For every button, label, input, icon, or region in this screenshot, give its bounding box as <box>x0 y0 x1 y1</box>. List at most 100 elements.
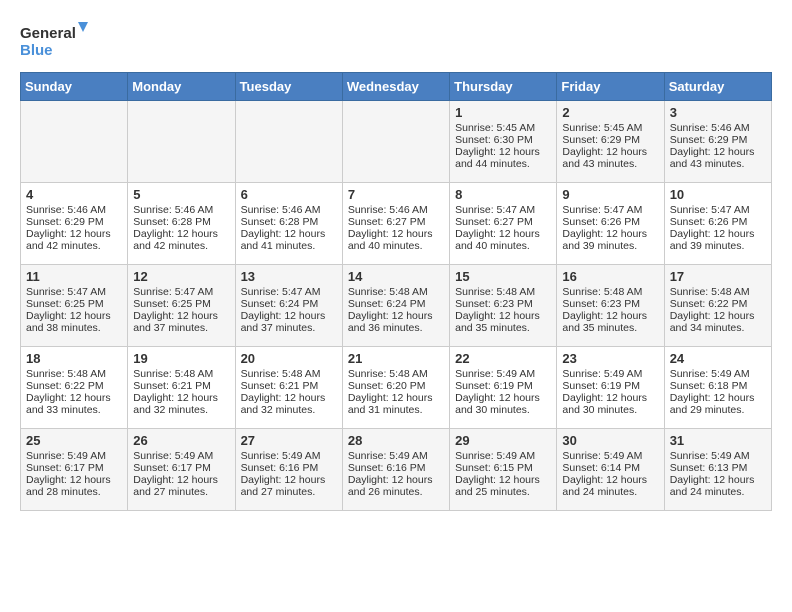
sunrise-text: Sunrise: 5:49 AM <box>26 450 122 462</box>
week-row-1: 1Sunrise: 5:45 AMSunset: 6:30 PMDaylight… <box>21 101 772 183</box>
daylight-text: Daylight: 12 hours and 42 minutes. <box>133 228 229 252</box>
calendar-cell: 6Sunrise: 5:46 AMSunset: 6:28 PMDaylight… <box>235 183 342 265</box>
calendar-cell: 11Sunrise: 5:47 AMSunset: 6:25 PMDayligh… <box>21 265 128 347</box>
daylight-text: Daylight: 12 hours and 30 minutes. <box>455 392 551 416</box>
sunrise-text: Sunrise: 5:46 AM <box>133 204 229 216</box>
day-number: 5 <box>133 187 229 202</box>
sunset-text: Sunset: 6:27 PM <box>348 216 444 228</box>
sunset-text: Sunset: 6:26 PM <box>562 216 658 228</box>
daylight-text: Daylight: 12 hours and 32 minutes. <box>241 392 337 416</box>
calendar-cell: 21 Sunrise: 5:48 AMSunset: 6:20 PMDayligh… <box>342 347 449 429</box>
daylight-text: Daylight: 12 hours and 27 minutes. <box>241 474 337 498</box>
sunset-text: Sunset: 6:16 PM <box>348 462 444 474</box>
day-number: 10 <box>670 187 766 202</box>
col-header-saturday: Saturday <box>664 73 771 101</box>
page-header: General Blue <box>20 20 772 62</box>
week-row-5: 25Sunrise: 5:49 AMSunset: 6:17 PMDayligh… <box>21 429 772 511</box>
daylight-text: Daylight: 12 hours and 32 minutes. <box>133 392 229 416</box>
daylight-text: Daylight: 12 hours and 25 minutes. <box>455 474 551 498</box>
daylight-text: Daylight: 12 hours and 44 minutes. <box>455 146 551 170</box>
daylight-text: Daylight: 12 hours and 37 minutes. <box>241 310 337 334</box>
sunset-text: Sunset: 6:29 PM <box>562 134 658 146</box>
week-row-4: 18Sunrise: 5:48 AMSunset: 6:22 PMDayligh… <box>21 347 772 429</box>
day-number: 1 <box>455 105 551 120</box>
day-number: 12 <box>133 269 229 284</box>
calendar-cell: 10Sunrise: 5:47 AMSunset: 6:26 PMDayligh… <box>664 183 771 265</box>
daylight-text: Daylight: 12 hours and 34 minutes. <box>670 310 766 334</box>
sunrise-text: Sunrise: 5:45 AM <box>562 122 658 134</box>
daylight-text: Daylight: 12 hours and 42 minutes. <box>26 228 122 252</box>
calendar-cell: 5Sunrise: 5:46 AMSunset: 6:28 PMDaylight… <box>128 183 235 265</box>
daylight-text: Daylight: 12 hours and 43 minutes. <box>562 146 658 170</box>
sunrise-text: Sunrise: 5:49 AM <box>670 368 766 380</box>
sunrise-text: Sunrise: 5:47 AM <box>670 204 766 216</box>
sunset-text: Sunset: 6:30 PM <box>455 134 551 146</box>
sunrise-text: Sunrise: 5:49 AM <box>455 368 551 380</box>
sunset-text: Sunset: 6:19 PM <box>562 380 658 392</box>
svg-text:General: General <box>20 25 76 42</box>
sunset-text: Sunset: 6:16 PM <box>241 462 337 474</box>
calendar-cell: 27Sunrise: 5:49 AMSunset: 6:16 PMDayligh… <box>235 429 342 511</box>
sunset-text: Sunset: 6:26 PM <box>670 216 766 228</box>
calendar-cell: 30Sunrise: 5:49 AMSunset: 6:14 PMDayligh… <box>557 429 664 511</box>
logo: General Blue <box>20 20 90 62</box>
sunrise-text: Sunrise: 5:49 AM <box>241 450 337 462</box>
day-number: 30 <box>562 433 658 448</box>
generalblue-logo-icon: General Blue <box>20 20 90 62</box>
calendar-cell: 8Sunrise: 5:47 AMSunset: 6:27 PMDaylight… <box>450 183 557 265</box>
sunrise-text: Sunrise: 5:47 AM <box>455 204 551 216</box>
sunrise-text: Sunrise: 5:45 AM <box>455 122 551 134</box>
day-number: 8 <box>455 187 551 202</box>
sunset-text: Sunset: 6:20 PM <box>348 380 444 392</box>
sunset-text: Sunset: 6:21 PM <box>133 380 229 392</box>
daylight-text: Daylight: 12 hours and 31 minutes. <box>348 392 444 416</box>
calendar-cell: 4 Sunrise: 5:46 AMSunset: 6:29 PMDaylight… <box>21 183 128 265</box>
daylight-text: Daylight: 12 hours and 38 minutes. <box>26 310 122 334</box>
sunset-text: Sunset: 6:17 PM <box>26 462 122 474</box>
calendar-cell: 2 Sunrise: 5:45 AMSunset: 6:29 PMDaylight… <box>557 101 664 183</box>
daylight-text: Daylight: 12 hours and 43 minutes. <box>670 146 766 170</box>
sunset-text: Sunset: 6:15 PM <box>455 462 551 474</box>
calendar-cell: 22Sunrise: 5:49 AMSunset: 6:19 PMDayligh… <box>450 347 557 429</box>
sunrise-text: Sunrise: 5:48 AM <box>670 286 766 298</box>
sunset-text: Sunset: 6:27 PM <box>455 216 551 228</box>
calendar-cell: 29Sunrise: 5:49 AMSunset: 6:15 PMDayligh… <box>450 429 557 511</box>
week-row-3: 11Sunrise: 5:47 AMSunset: 6:25 PMDayligh… <box>21 265 772 347</box>
sunrise-text: Sunrise: 5:46 AM <box>26 204 122 216</box>
sunset-text: Sunset: 6:29 PM <box>26 216 122 228</box>
sunrise-text: Sunrise: 5:47 AM <box>133 286 229 298</box>
day-number: 18 <box>26 351 122 366</box>
sunset-text: Sunset: 6:23 PM <box>562 298 658 310</box>
week-row-2: 4Sunrise: 5:46 AMSunset: 6:29 PMDaylight… <box>21 183 772 265</box>
sunrise-text: Sunrise: 5:48 AM <box>562 286 658 298</box>
sunset-text: Sunset: 6:25 PM <box>133 298 229 310</box>
sunset-text: Sunset: 6:18 PM <box>670 380 766 392</box>
header-row: SundayMondayTuesdayWednesdayThursdayFrid… <box>21 73 772 101</box>
calendar-cell: 15Sunrise: 5:48 AMSunset: 6:23 PMDayligh… <box>450 265 557 347</box>
sunset-text: Sunset: 6:21 PM <box>241 380 337 392</box>
calendar-cell: 9Sunrise: 5:47 AMSunset: 6:26 PMDaylight… <box>557 183 664 265</box>
day-number: 3 <box>670 105 766 120</box>
day-number: 2 <box>562 105 658 120</box>
sunrise-text: Sunrise: 5:48 AM <box>348 368 444 380</box>
day-number: 25 <box>26 433 122 448</box>
col-header-monday: Monday <box>128 73 235 101</box>
sunrise-text: Sunrise: 5:49 AM <box>562 450 658 462</box>
day-number: 4 <box>26 187 122 202</box>
daylight-text: Daylight: 12 hours and 41 minutes. <box>241 228 337 252</box>
day-number: 20 <box>241 351 337 366</box>
calendar-cell <box>235 101 342 183</box>
calendar-cell: 23Sunrise: 5:49 AMSunset: 6:19 PMDayligh… <box>557 347 664 429</box>
day-number: 15 <box>455 269 551 284</box>
day-number: 23 <box>562 351 658 366</box>
daylight-text: Daylight: 12 hours and 24 minutes. <box>670 474 766 498</box>
sunrise-text: Sunrise: 5:49 AM <box>562 368 658 380</box>
sunrise-text: Sunrise: 5:46 AM <box>241 204 337 216</box>
sunrise-text: Sunrise: 5:48 AM <box>348 286 444 298</box>
daylight-text: Daylight: 12 hours and 28 minutes. <box>26 474 122 498</box>
day-number: 21 <box>348 351 444 366</box>
calendar-cell: 13Sunrise: 5:47 AMSunset: 6:24 PMDayligh… <box>235 265 342 347</box>
svg-text:Blue: Blue <box>20 42 53 59</box>
day-number: 14 <box>348 269 444 284</box>
calendar-cell: 28Sunrise: 5:49 AMSunset: 6:16 PMDayligh… <box>342 429 449 511</box>
